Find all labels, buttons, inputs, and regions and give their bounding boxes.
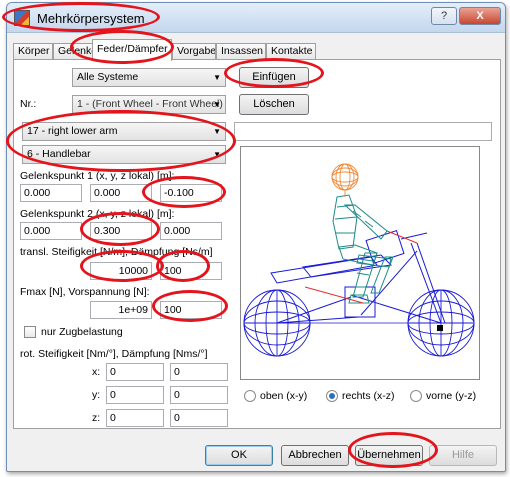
system-select[interactable]: Alle Systeme ▼ [72,68,226,87]
ok-button[interactable]: OK [205,445,273,466]
rider-dummy [332,194,394,304]
stiffness-label: transl. Steifigkeit [N/m], Dämpfung [Ns/… [20,246,213,258]
help-icon[interactable]: ? [431,7,457,25]
nr-label: Nr.: [20,98,37,110]
rot-z-damping-field[interactable]: 0 [170,409,228,427]
bike-frame [210,230,446,324]
stiffness-field[interactable]: 10000 [90,262,152,280]
fmax-field[interactable]: 1e+09 [90,301,152,319]
view-right-radio[interactable] [326,390,338,402]
title-bar[interactable]: Mehrkörpersystem ? X [7,3,505,33]
window-title: Mehrkörpersystem [37,11,145,26]
joint1-y-field[interactable]: 0.000 [90,184,152,202]
chevron-down-icon: ▼ [213,73,221,82]
tab-feder-daempfer[interactable]: Feder/Dämpfer [92,39,172,61]
joint1-label: Gelenkspunkt 1 (x, y, z lokal) [m]: [20,170,175,182]
app-icon [14,10,30,26]
spring-number-value: 1 - (Front Wheel - Front Wheel) [77,98,223,110]
joint1-x-field[interactable]: 0.000 [20,184,82,202]
rot-z-label: z: [92,412,101,424]
rot-y-damping-field[interactable]: 0 [170,386,228,404]
fmax-label: Fmax [N], Vorspannung [N]: [20,286,150,298]
tension-only-checkbox[interactable] [24,326,36,338]
tab-gelenke[interactable]: Gelenke [53,43,93,60]
dialog-window: Mehrkörpersystem ? X Körper Gelenke Fede… [6,2,506,472]
rot-y-label: y: [92,389,101,401]
rot-x-label: x: [92,366,101,378]
joint2-z-field[interactable]: 0.000 [160,222,222,240]
joint-marker [437,325,443,331]
body2-select[interactable]: 6 - Handlebar ▼ [22,145,226,164]
rider-head [331,163,359,197]
damping-field[interactable]: 100 [160,262,222,280]
view-front-label: vorne (y-z) [426,390,477,402]
cancel-button[interactable]: Abbrechen [281,445,349,466]
chevron-down-icon: ▼ [213,100,221,109]
joint2-x-field[interactable]: 0.000 [20,222,82,240]
body2-select-value: 6 - Handlebar [27,148,91,160]
chevron-down-icon: ▼ [213,127,221,136]
tab-insassen[interactable]: Insassen [216,43,266,60]
model-3d-view[interactable] [210,146,480,380]
delete-button[interactable]: Löschen [239,94,309,115]
preload-field[interactable]: 100 [160,301,222,319]
apply-button[interactable]: Übernehmen [355,445,423,466]
dialog-button-bar: OK Abbrechen Übernehmen Hilfe [7,433,505,471]
help-button[interactable]: Hilfe [429,445,497,466]
body1-select[interactable]: 17 - right lower arm ▼ [22,122,226,141]
rot-x-damping-field[interactable]: 0 [170,363,228,381]
description-field[interactable] [234,122,492,141]
rot-stiffness-label: rot. Steifigkeit [Nm/°], Dämpfung [Nms/°… [20,348,208,360]
insert-button[interactable]: Einfügen [239,67,309,88]
spring-number-select[interactable]: 1 - (Front Wheel - Front Wheel) ▼ [72,95,226,114]
rot-z-stiffness-field[interactable]: 0 [106,409,164,427]
close-icon[interactable]: X [459,7,501,25]
view-top-label: oben (x-y) [260,390,308,402]
joint2-y-field[interactable]: 0.300 [90,222,152,240]
tab-kontakte[interactable]: Kontakte [266,43,316,60]
joint2-label: Gelenkspunkt 2 (x, y, z lokal) [m]: [20,208,175,220]
chevron-down-icon: ▼ [213,150,221,159]
view-top-radio[interactable] [244,390,256,402]
body1-select-value: 17 - right lower arm [27,125,118,137]
view-right-label: rechts (x-z) [342,390,395,402]
system-select-value: Alle Systeme [77,71,139,83]
feder-daempfer-panel: Alle Systeme ▼ Einfügen Nr.: 1 - (Front … [13,59,501,429]
tab-vorgaben[interactable]: Vorgaben [172,43,216,60]
rot-y-stiffness-field[interactable]: 0 [106,386,164,404]
view-front-radio[interactable] [410,390,422,402]
rot-x-stiffness-field[interactable]: 0 [106,363,164,381]
tension-only-label: nur Zugbelastung [41,326,123,338]
motorbike-rider-wireframe [210,163,475,357]
tab-koerper[interactable]: Körper [13,43,53,60]
joint1-z-field[interactable]: -0.100 [160,184,222,202]
tab-strip: Körper Gelenke Feder/Dämpfer Vorgaben In… [13,39,503,61]
